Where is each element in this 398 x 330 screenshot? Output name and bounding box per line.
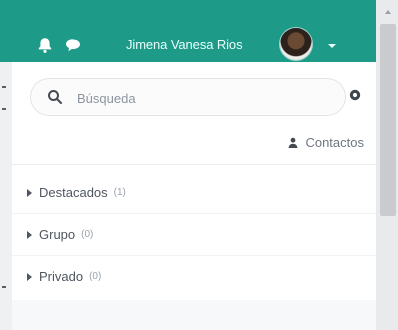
group-count: (1) <box>113 186 126 198</box>
left-edge-strip <box>0 62 12 330</box>
contacts-label: Contactos <box>305 135 364 150</box>
chevron-right-icon <box>27 273 32 281</box>
chevron-right-icon <box>27 230 32 239</box>
user-avatar[interactable] <box>280 28 312 60</box>
gear-icon[interactable] <box>348 88 362 102</box>
panel-bottom-area <box>12 300 376 330</box>
search-icon <box>48 90 62 104</box>
scroll-up-arrow-icon[interactable] <box>385 10 391 14</box>
panel-divider <box>12 164 376 165</box>
chat-sidebar-screen: Jimena Vanesa Rios Contactos <box>0 0 398 330</box>
chevron-right-icon <box>27 188 32 197</box>
group-count: (0) <box>89 271 102 282</box>
group-label: Privado <box>39 269 84 284</box>
left-edge-marker <box>2 86 6 88</box>
group-label: Destacados <box>39 184 108 200</box>
left-edge-marker <box>2 286 6 288</box>
group-item-grupo[interactable]: Grupo (0) <box>12 214 376 256</box>
caret-down-icon[interactable] <box>328 44 336 48</box>
user-icon <box>288 137 298 148</box>
user-name[interactable]: Jimena Vanesa Rios <box>126 36 243 54</box>
chat-panel: Contactos Destacados (1) Grupo (0) Priva… <box>12 62 376 300</box>
group-list: Destacados (1) Grupo (0) Privado (0) <box>12 172 376 298</box>
left-edge-marker <box>2 108 6 110</box>
top-header: Jimena Vanesa Rios <box>0 0 376 62</box>
chat-bubble-icon[interactable] <box>64 36 82 54</box>
group-count: (0) <box>81 228 94 240</box>
search-box[interactable] <box>30 78 346 116</box>
scrollbar-thumb[interactable] <box>380 24 396 216</box>
search-input[interactable] <box>75 86 329 110</box>
group-item-privado[interactable]: Privado (0) <box>12 256 376 298</box>
bell-icon[interactable] <box>36 36 54 54</box>
group-item-destacados[interactable]: Destacados (1) <box>12 172 376 214</box>
contacts-link[interactable]: Contactos <box>287 134 364 152</box>
group-label: Grupo <box>39 226 76 242</box>
